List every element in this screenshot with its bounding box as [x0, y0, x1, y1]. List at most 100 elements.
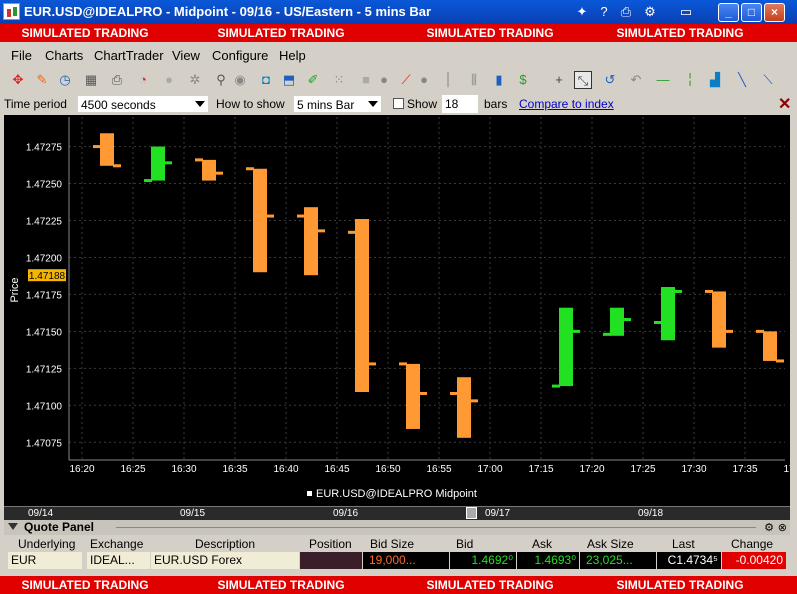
close-icon[interactable]: ⊗ [778, 521, 787, 534]
simulated-label: SIMULATED TRADING [426, 578, 554, 592]
print-icon[interactable]: ⎙ [616, 3, 636, 21]
chart-canvas[interactable]: 1.47275 1.47250 1.47225 1.47200 1.47175 1.471… [4, 115, 790, 506]
zoom-icon[interactable]: ⚲ [212, 71, 230, 89]
circle-icon[interactable]: ◉ [231, 71, 249, 89]
cell-ask-size[interactable]: 23,025... [580, 552, 656, 569]
y-tick-label: 1.47075 [26, 438, 63, 449]
ohlc-close-tick [368, 362, 376, 366]
cell-bid-size[interactable]: 19,000... [363, 552, 449, 569]
ohlc-bar [559, 307, 573, 387]
layout-icon[interactable]: ▭ [676, 3, 696, 21]
app-icon [3, 3, 20, 20]
show-checkbox[interactable] [393, 98, 404, 109]
how-to-show-select[interactable]: 5 mins Bar [293, 95, 382, 113]
x-tick-label: 16:55 [426, 464, 451, 475]
ohlc-close-tick [725, 329, 733, 333]
x-tick-label: 17:00 [477, 464, 502, 475]
record-icon[interactable]: ● [415, 71, 433, 89]
menu-charttrader[interactable]: ChartTrader [94, 48, 164, 63]
cell-change[interactable]: -0.00420 [722, 552, 786, 569]
cell-last[interactable]: C1.4734⁵ [657, 552, 721, 569]
gauge-icon[interactable]: ◔ [134, 71, 152, 89]
current-price-label: 1.47188 [29, 271, 66, 282]
cell-position[interactable] [300, 552, 362, 569]
ohlc-open-tick [756, 329, 764, 333]
settings-icon[interactable]: ⚙ [764, 521, 774, 534]
close-button[interactable]: × [764, 3, 785, 22]
refresh-icon[interactable]: ↺ [601, 71, 619, 89]
y-tick-label: 1.47100 [26, 401, 63, 412]
timeline-label: 09/18 [638, 508, 664, 519]
cell-underlying[interactable]: EUR [8, 552, 82, 569]
menu-file[interactable]: File [11, 48, 32, 63]
price-chart[interactable]: 1.47275 1.47250 1.47225 1.47200 1.47175 1.471… [4, 115, 790, 506]
ohlc-bar [763, 331, 777, 361]
simulated-label: SIMULATED TRADING [21, 578, 149, 592]
col-change: Change [731, 537, 774, 551]
timeline-navigator[interactable]: 09/14 09/15 09/16 09/17 09/18 [4, 506, 790, 520]
menu-charts[interactable]: Charts [45, 48, 83, 63]
pen-icon[interactable]: ⟋ [397, 71, 415, 89]
cell-description[interactable]: EUR.USD Forex [151, 552, 299, 569]
disabled-icon[interactable]: ● [160, 71, 178, 89]
ohlc-bar [610, 307, 624, 336]
collapse-icon[interactable] [8, 523, 18, 530]
cell-ask[interactable]: 1.4693⁰ [517, 552, 579, 569]
quote-panel-header: Quote Panel ⚙ ⊗ [4, 520, 790, 535]
crosshair-icon[interactable]: ✥ [9, 71, 27, 89]
ohlc-close-tick [623, 318, 631, 322]
square-icon[interactable]: ■ [357, 71, 375, 89]
ohlc-open-tick [144, 179, 152, 183]
timeline-handle[interactable] [466, 507, 477, 519]
printer-icon[interactable]: ⎙ [108, 71, 126, 89]
minimize-button[interactable]: _ [718, 3, 739, 22]
col-ask: Ask [532, 537, 553, 551]
cell-exchange[interactable]: IDEAL... [87, 552, 150, 569]
title-bar: EUR.USD@IDEALPRO - Midpoint - 09/16 - US… [0, 0, 797, 24]
edit-icon[interactable]: ✐ [304, 71, 322, 89]
tag-icon[interactable]: ⬒ [280, 71, 298, 89]
diag2-icon[interactable]: ⟍ [759, 71, 777, 89]
col-bid: Bid [456, 537, 474, 551]
ohlc-open-tick [348, 230, 356, 234]
columns-icon[interactable]: ⫼ [465, 71, 483, 89]
fill-icon[interactable]: ◘ [257, 71, 275, 89]
close-chart-icon[interactable]: ✕ [778, 94, 791, 114]
settings-icon[interactable]: ✲ [186, 71, 204, 89]
bars-count-input[interactable]: 18 [442, 95, 478, 113]
menu-configure[interactable]: Configure [212, 48, 268, 63]
ohlc-close-tick [674, 289, 682, 293]
vline-icon[interactable]: ╎ [681, 71, 699, 89]
maximize-button[interactable]: □ [741, 3, 762, 22]
col-exchange: Exchange [90, 537, 144, 551]
x-tick-label: 17:15 [528, 464, 553, 475]
grid-icon[interactable]: ▦ [82, 71, 100, 89]
hist-icon[interactable]: ▟ [706, 71, 724, 89]
menu-view[interactable]: View [172, 48, 200, 63]
dollar-icon[interactable]: $ [514, 71, 532, 89]
diag-icon[interactable]: ╲ [733, 71, 751, 89]
clock-icon[interactable]: ◷ [56, 71, 74, 89]
bars-icon[interactable]: ┃ [439, 71, 457, 89]
bar-chart-icon[interactable]: ▮ [490, 71, 508, 89]
plus-icon[interactable]: + [550, 71, 568, 89]
config-icon[interactable]: ⚙ [640, 3, 660, 21]
x-tick-label: 16:30 [171, 464, 196, 475]
ohlc-close-tick [215, 171, 223, 175]
simulated-label: SIMULATED TRADING [616, 26, 744, 40]
x-tick-label: 17:40 [783, 464, 790, 475]
pin-icon[interactable]: ✦ [572, 3, 592, 21]
x-tick-label: 17:30 [681, 464, 706, 475]
time-period-select[interactable]: 4500 seconds [77, 95, 209, 113]
cursor-icon[interactable]: ⤡ [574, 71, 592, 89]
hline-icon[interactable]: — [654, 71, 672, 89]
menu-help[interactable]: Help [279, 48, 306, 63]
ohlc-bar [151, 146, 165, 181]
compare-to-index-link[interactable]: Compare to index [519, 97, 614, 111]
reset-icon[interactable]: ↶ [627, 71, 645, 89]
cell-bid[interactable]: 1.4692⁰ [450, 552, 516, 569]
pencil-icon[interactable]: ✎ [33, 71, 51, 89]
dot-icon[interactable]: ● [375, 71, 393, 89]
scatter-icon[interactable]: ⁙ [330, 71, 348, 89]
help-icon[interactable]: ? [594, 3, 614, 21]
